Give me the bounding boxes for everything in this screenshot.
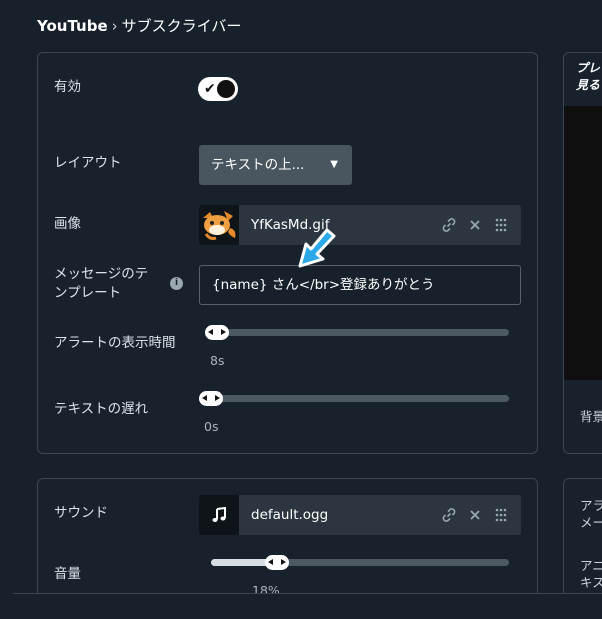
- bottom-area: [0, 594, 602, 619]
- close-icon[interactable]: [467, 217, 483, 233]
- text-delay-value: 0s: [204, 419, 219, 434]
- music-note-icon: [199, 495, 239, 535]
- preview-heading-line2: 見る: [576, 78, 601, 92]
- alert-duration-label: アラートの表示時間: [54, 335, 176, 351]
- enabled-toggle[interactable]: ✔: [198, 77, 238, 101]
- alert-duration-value: 8s: [210, 353, 225, 368]
- image-label: 画像: [54, 216, 81, 232]
- preview-area: [564, 106, 602, 380]
- volume-label: 音量: [54, 566, 81, 582]
- layout-select-value: テキストの上...: [211, 157, 305, 173]
- message-template-input[interactable]: {name} さん</br>登録ありがとう: [199, 265, 521, 305]
- volume-slider-thumb[interactable]: [265, 555, 290, 570]
- breadcrumb-root[interactable]: YouTube: [37, 17, 108, 35]
- layout-label: レイアウト: [54, 155, 122, 171]
- sound-filename: default.ogg: [251, 507, 329, 523]
- template-label-line1: メッセージのテ: [54, 266, 149, 282]
- info-icon[interactable]: i: [170, 277, 183, 290]
- animation-text-label: アニ キス: [580, 557, 602, 591]
- cursor-arrow-icon: [298, 228, 336, 268]
- animation-text-label-line1: アニ: [580, 558, 602, 573]
- alert-message-label: アラ メー: [580, 497, 602, 531]
- layout-select[interactable]: テキストの上... ▼: [199, 145, 352, 185]
- sound-file-field[interactable]: default.ogg: [199, 495, 521, 535]
- alert-duration-slider[interactable]: [205, 329, 509, 336]
- enabled-label: 有効: [54, 79, 81, 95]
- caret-down-icon: ▼: [330, 159, 338, 170]
- alert-message-label-line2: メー: [580, 515, 602, 530]
- text-delay-slider[interactable]: [199, 395, 509, 402]
- image-file-field[interactable]: YfKasMd.gif: [199, 205, 521, 245]
- template-label-line2: ンプレート: [54, 285, 122, 301]
- breadcrumb: YouTube › サブスクライバー: [37, 15, 241, 36]
- link-icon[interactable]: [441, 507, 457, 523]
- bottom-divider: [13, 593, 602, 594]
- background-label: 背景: [580, 409, 602, 424]
- image-thumbnail: [199, 205, 239, 245]
- breadcrumb-separator: ›: [111, 17, 118, 35]
- drag-handle-icon[interactable]: [493, 217, 509, 233]
- preview-heading: プレ 見る: [576, 60, 600, 94]
- alert-message-label-line1: アラ: [580, 498, 602, 513]
- breadcrumb-current: サブスクライバー: [121, 17, 242, 35]
- text-delay-slider-thumb[interactable]: [199, 391, 223, 406]
- text-delay-label: テキストの遅れ: [54, 401, 149, 417]
- alert-settings-card: [37, 52, 538, 454]
- drag-handle-icon[interactable]: [493, 507, 509, 523]
- toggle-knob: [217, 80, 235, 98]
- preview-heading-line1: プレ: [576, 61, 601, 75]
- check-icon: ✔: [204, 81, 216, 97]
- link-icon[interactable]: [441, 217, 457, 233]
- sound-label: サウンド: [54, 505, 108, 521]
- template-label: メッセージのテ ンプレート: [54, 265, 148, 303]
- alert-duration-slider-thumb[interactable]: [205, 325, 229, 340]
- close-icon[interactable]: [467, 507, 483, 523]
- fox-sticker-icon: [203, 211, 236, 240]
- animation-text-label-line2: キス: [580, 575, 602, 590]
